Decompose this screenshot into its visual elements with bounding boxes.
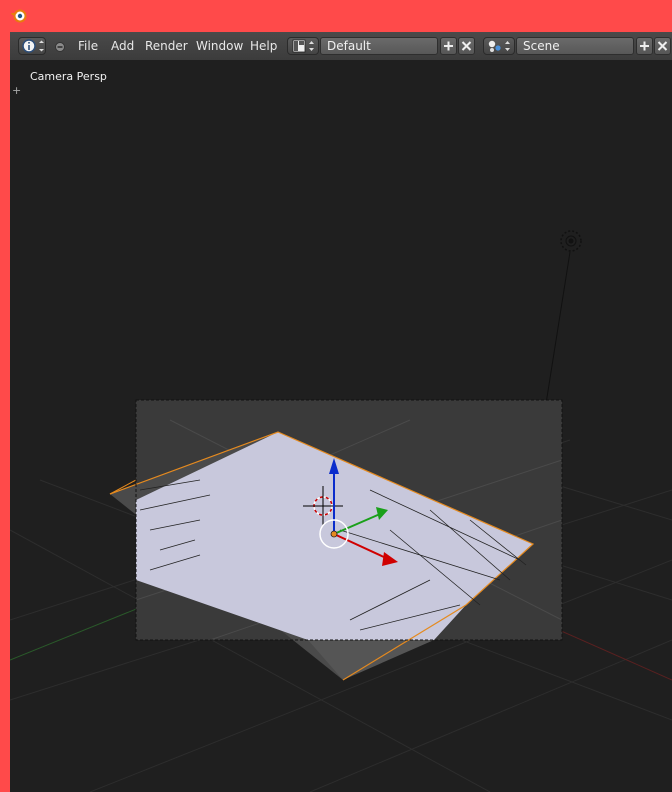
plus-icon [640, 41, 649, 51]
screen-layout-field[interactable]: Default [320, 37, 438, 55]
scene-icon [488, 40, 510, 52]
window-titlebar [0, 0, 672, 32]
menu-help[interactable]: Help [250, 38, 277, 54]
screen-layout-icon [292, 39, 314, 53]
info-header: File Add Render Window Help Default Scen… [10, 32, 672, 61]
menu-render[interactable]: Render [145, 38, 188, 54]
info-icon [22, 39, 44, 53]
screen-layout-selector[interactable] [287, 37, 319, 55]
viewport-scene[interactable] [10, 60, 672, 792]
view-label: Camera Persp [30, 70, 107, 83]
delete-screen-button[interactable] [458, 37, 475, 55]
lamp-object[interactable] [544, 230, 582, 411]
scene-selector[interactable] [483, 37, 515, 55]
minus-circle-icon[interactable] [54, 41, 66, 53]
plane-outside-frame [308, 640, 434, 680]
menu-add[interactable]: Add [111, 38, 134, 54]
menu-window[interactable]: Window [196, 38, 243, 54]
plus-icon [444, 41, 453, 51]
menu-file[interactable]: File [78, 38, 98, 54]
add-screen-button[interactable] [440, 37, 457, 55]
blender-window: File Add Render Window Help Default Scen… [10, 32, 672, 792]
add-scene-button[interactable] [636, 37, 653, 55]
close-icon [657, 41, 668, 51]
tool-shelf-toggle-icon[interactable]: + [12, 84, 21, 97]
3d-viewport[interactable]: Camera Persp + [10, 60, 672, 792]
blender-logo-icon[interactable] [10, 7, 28, 25]
close-icon [461, 41, 472, 51]
delete-scene-button[interactable] [654, 37, 671, 55]
scene-field[interactable]: Scene [516, 37, 634, 55]
editor-type-selector[interactable] [18, 37, 46, 55]
object-origin-icon [330, 530, 338, 538]
